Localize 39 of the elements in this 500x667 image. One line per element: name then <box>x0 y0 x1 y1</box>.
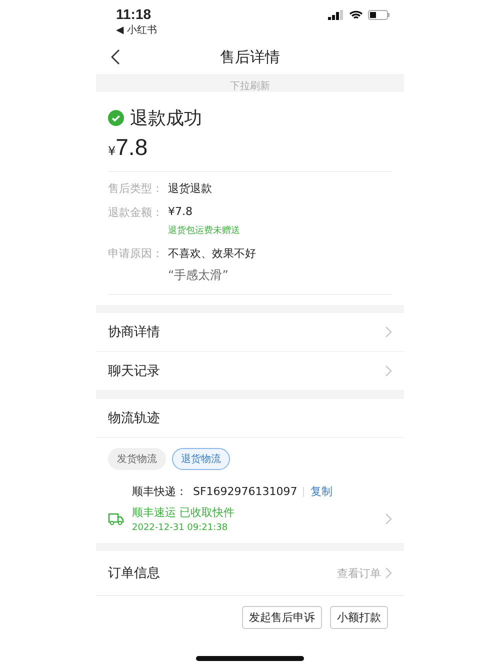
detail-value: 不喜欢、效果不好 <box>168 246 256 261</box>
truck-icon <box>108 512 124 526</box>
reason-note: “手感太滑” <box>168 267 230 284</box>
signal-icon <box>328 10 344 20</box>
detail-label: 售后类型： <box>108 181 164 196</box>
carrier-label: 顺丰快递： <box>132 484 187 499</box>
logistics-tab[interactable]: 发货物流 <box>108 448 166 470</box>
back-to-app-link[interactable]: ◀ 小红书 <box>116 23 157 37</box>
chevron-right-icon <box>385 567 392 579</box>
section-title: 订单信息 <box>108 565 160 582</box>
logistics-tab[interactable]: 退货物流 <box>172 448 230 470</box>
status-time: 11:18 <box>116 6 152 22</box>
detail-link-row[interactable]: 协商详情 <box>96 313 404 352</box>
tracking-number: SF1692976131097 <box>193 485 298 498</box>
back-icon[interactable] <box>110 49 120 65</box>
action-button[interactable]: 发起售后申诉 <box>242 606 322 629</box>
tracking-time: 2022-12-31 09:21:38 <box>132 523 229 533</box>
chevron-right-icon <box>385 365 392 377</box>
row-label: 协商详情 <box>108 324 160 341</box>
tracking-event: 顺丰速运 已收取快件 <box>132 505 236 520</box>
chevron-right-icon <box>385 326 392 338</box>
refund-amount: 7.8 <box>116 134 148 161</box>
check-circle-icon <box>108 110 124 126</box>
row-label: 聊天记录 <box>108 363 160 380</box>
chevron-right-icon <box>385 513 392 525</box>
detail-label: 退款金额： <box>108 205 164 221</box>
wifi-icon <box>349 10 363 20</box>
action-button[interactable]: 小额打款 <box>330 606 388 629</box>
copy-link[interactable]: 复制 <box>310 484 332 499</box>
pull-refresh-hint: 下拉刷新 <box>230 80 270 92</box>
detail-label: 申请原因： <box>108 246 164 262</box>
page-title: 售后详情 <box>220 48 280 66</box>
refund-status: 退款成功 <box>130 107 202 130</box>
shipping-note: 退货包运费未赠送 <box>168 224 240 237</box>
section-title: 物流轨迹 <box>108 410 160 427</box>
battery-icon <box>368 10 390 20</box>
currency-symbol: ¥ <box>108 144 116 158</box>
detail-value: ¥7.8 <box>168 205 194 218</box>
detail-value: 退货退款 <box>168 181 212 196</box>
